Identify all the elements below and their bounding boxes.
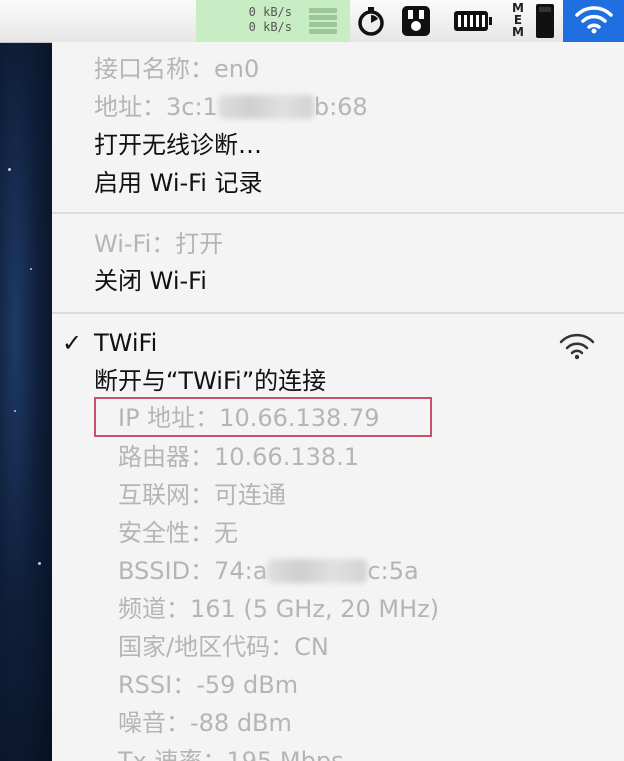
bssid: BSSID：74:a c:5a <box>118 556 419 586</box>
mac-address-prefix: 地址：3c:1 <box>94 93 218 121</box>
battery-icon[interactable] <box>453 0 493 42</box>
download-rate: 0 kB/s <box>248 20 292 34</box>
desktop-background <box>0 42 52 761</box>
timer-icon[interactable] <box>355 0 387 42</box>
country-code: 国家/地区代码：CN <box>118 633 329 661</box>
network-speed-monitor[interactable]: 0 kB/s 0 kB/s <box>196 0 350 42</box>
screen: 0 kB/s 0 kB/s M E M 接口名称：en0 地址：3c:1 b:6… <box>0 0 624 761</box>
bssid-suffix: c:5a <box>367 557 419 585</box>
security-status: 安全性：无 <box>118 519 238 547</box>
memory-gauge-icon[interactable] <box>534 0 556 42</box>
wifi-icon <box>574 4 614 38</box>
rssi: RSSI：-59 dBm <box>118 671 299 699</box>
wifi-status: Wi-Fi：打开 <box>94 230 224 258</box>
mac-address-suffix: b:68 <box>313 93 368 121</box>
noise: 噪音：-88 dBm <box>118 709 292 737</box>
upload-rate: 0 kB/s <box>248 5 292 19</box>
wifi-dropdown-menu: 接口名称：en0 地址：3c:1 b:68 打开无线诊断… 启用 Wi-Fi 记录… <box>52 42 624 761</box>
ip-address: IP 地址：10.66.138.79 <box>118 404 380 432</box>
memory-label: M E M <box>512 1 524 39</box>
menu-separator <box>52 312 624 314</box>
menu-item-wireless-diagnostics[interactable]: 打开无线诊断… <box>94 130 262 160</box>
network-speed-bars-icon <box>308 7 338 39</box>
network-item-twifi[interactable]: TWiFi <box>94 328 157 358</box>
router-address: 路由器：10.66.138.1 <box>118 443 360 471</box>
internet-status: 互联网：可连通 <box>118 481 286 509</box>
menu-item-disconnect[interactable]: 断开与“TWiFi”的连接 <box>94 366 326 396</box>
menu-item-turn-off-wifi[interactable]: 关闭 Wi-Fi <box>94 266 207 296</box>
interface-name: 接口名称：en0 <box>94 55 260 83</box>
network-rates: 0 kB/s 0 kB/s <box>242 5 292 35</box>
checkmark-icon: ✓ <box>62 329 83 357</box>
menu-separator <box>52 212 624 214</box>
channel: 频道：161 (5 GHz, 20 MHz) <box>118 595 440 623</box>
usb-drive-icon[interactable] <box>400 0 432 42</box>
wifi-menubar-button[interactable] <box>563 0 624 42</box>
bssid-prefix: BSSID：74:a <box>118 557 268 585</box>
wifi-signal-icon <box>558 332 596 364</box>
menu-item-enable-wifi-logging[interactable]: 启用 Wi-Fi 记录 <box>94 168 263 198</box>
mac-address: 地址：3c:1 b:68 <box>94 92 368 122</box>
tx-rate: Tx 速率：195 Mbps <box>118 747 344 761</box>
menubar: 0 kB/s 0 kB/s M E M <box>0 0 624 43</box>
redacted-bssid-blur <box>267 559 368 583</box>
redacted-mac-blur <box>217 95 314 119</box>
